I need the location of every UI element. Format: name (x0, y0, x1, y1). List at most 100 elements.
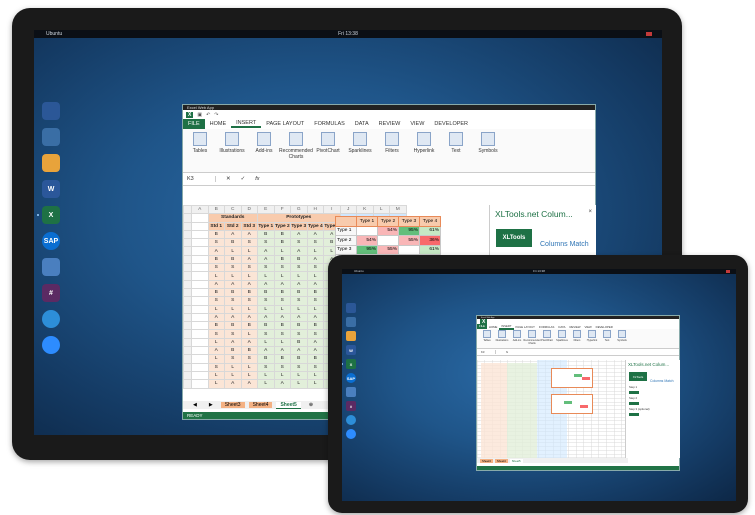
cell[interactable]: L (306, 379, 324, 389)
cell[interactable]: B (306, 321, 324, 331)
cell[interactable]: A (224, 279, 242, 289)
ribbon-filters-button[interactable]: Filters (379, 132, 405, 154)
cell[interactable]: L (273, 370, 291, 381)
match-cell[interactable]: 61% (419, 225, 441, 236)
redo-icon[interactable]: ↷ (214, 112, 218, 118)
match-cell[interactable]: 95% (356, 244, 378, 255)
pane-step-button[interactable] (629, 391, 639, 394)
slack-icon[interactable]: # (42, 284, 60, 302)
cell[interactable]: L (273, 246, 291, 256)
name-box[interactable]: K3 (187, 176, 216, 182)
cell[interactable]: A (306, 279, 324, 289)
sheet-tab-small-sheet5[interactable]: Sheet5 (509, 458, 523, 463)
excel-icon[interactable]: X (37, 206, 60, 224)
cell[interactable]: A (257, 346, 275, 356)
column-header[interactable]: J (339, 205, 357, 215)
cell[interactable]: B (273, 321, 291, 331)
cell[interactable] (191, 354, 209, 364)
cell[interactable]: L (207, 379, 225, 389)
close-icon[interactable]: × (588, 209, 592, 215)
remote-desktop-icon[interactable] (346, 387, 356, 397)
cell[interactable]: S (273, 329, 291, 339)
word-icon[interactable]: W (42, 180, 60, 198)
cell[interactable]: S (290, 329, 308, 339)
cell[interactable]: S (224, 329, 242, 339)
row-header[interactable] (183, 370, 192, 381)
cell[interactable]: A (207, 246, 225, 256)
cell[interactable]: S (306, 362, 324, 372)
ribbon-hyperlink-button-small[interactable]: Hyperlink (586, 330, 598, 342)
row-header[interactable] (183, 263, 192, 273)
column-header[interactable]: L (372, 205, 390, 215)
cell[interactable] (191, 254, 209, 265)
cell[interactable]: S (273, 362, 291, 372)
tab-insert[interactable]: INSERT (231, 120, 262, 128)
sheet-tab-sheet4[interactable]: Sheet4 (248, 402, 273, 408)
ribbon-tables-button[interactable]: Tables (187, 132, 213, 154)
cell[interactable]: L (240, 304, 258, 314)
column-header[interactable]: E (257, 205, 275, 215)
cell[interactable] (191, 337, 209, 348)
cell[interactable]: S (240, 296, 258, 306)
cell[interactable]: S (207, 238, 225, 248)
cell[interactable]: A (240, 229, 258, 240)
cell[interactable]: A (306, 254, 324, 265)
sheet-tab-sheet3[interactable]: Sheet3 (220, 402, 245, 408)
cell[interactable]: A (273, 279, 291, 289)
cell[interactable]: L (290, 271, 308, 281)
match-cell[interactable]: 61% (419, 244, 441, 255)
cell[interactable]: A (240, 254, 258, 265)
ribbon-illustrations-button[interactable]: Illustrations (219, 132, 245, 154)
ribbon-pivotchart-button[interactable]: PivotChart (315, 132, 341, 154)
cell[interactable]: L (207, 271, 225, 281)
top-panel-clock-small[interactable]: Fri 13:38 (342, 269, 736, 274)
browser-icon[interactable] (346, 415, 356, 425)
row-header[interactable] (183, 213, 192, 223)
match-cell[interactable]: 55% (398, 235, 420, 246)
cell[interactable]: B (290, 287, 308, 298)
cell[interactable]: L (306, 304, 324, 314)
row-header[interactable] (183, 354, 192, 364)
cell[interactable]: B (273, 254, 291, 265)
tab-formulas[interactable]: FORMULAS (309, 121, 350, 127)
cell[interactable] (191, 296, 209, 306)
power-icon[interactable] (646, 32, 652, 36)
cell[interactable]: L (257, 337, 275, 348)
tab-review-small[interactable]: REVIEW (567, 325, 582, 329)
cell[interactable]: L (240, 246, 258, 256)
ribbon-add-ins-button[interactable]: Add-ins (251, 132, 277, 154)
cell[interactable]: S (273, 263, 291, 273)
match-cell[interactable]: 54% (356, 235, 378, 246)
cell[interactable]: B (207, 229, 225, 240)
corner-cell[interactable] (183, 205, 192, 215)
row-header[interactable] (183, 229, 192, 240)
windows-icon[interactable] (346, 303, 356, 313)
cell[interactable] (191, 229, 209, 240)
match-row-label[interactable]: Type 3 (335, 244, 357, 255)
ribbon-hyperlink-button[interactable]: Hyperlink (411, 132, 437, 154)
cell[interactable]: L (224, 304, 242, 314)
ribbon-text-button-small[interactable]: Text (601, 330, 613, 342)
row-header[interactable] (183, 362, 192, 372)
cell[interactable]: B (290, 321, 308, 331)
tab-insert-small[interactable]: INSERT (499, 324, 514, 330)
cell[interactable] (191, 279, 209, 289)
prev-sheet-icon[interactable]: ◀ (189, 402, 201, 408)
cell[interactable]: S (273, 296, 291, 306)
cell[interactable] (191, 312, 209, 323)
worksheet-grid-small[interactable] (477, 360, 625, 458)
match-cell[interactable] (377, 235, 399, 246)
cell[interactable]: B (224, 321, 242, 331)
cell[interactable]: B (224, 346, 242, 356)
cell[interactable]: A (240, 337, 258, 348)
cell[interactable]: B (257, 354, 275, 364)
cell[interactable]: L (207, 354, 225, 364)
cell[interactable]: S (306, 263, 324, 273)
match-cell[interactable]: 36% (419, 235, 441, 246)
sheet-tab-small-sheet3[interactable]: Sheet3 (480, 458, 493, 463)
cell[interactable]: L (240, 271, 258, 281)
cell[interactable]: A (224, 312, 242, 323)
cell[interactable] (191, 246, 209, 256)
cell[interactable]: A (240, 312, 258, 323)
ribbon-recommended-charts-button-small[interactable]: Recommended Charts (524, 330, 540, 345)
